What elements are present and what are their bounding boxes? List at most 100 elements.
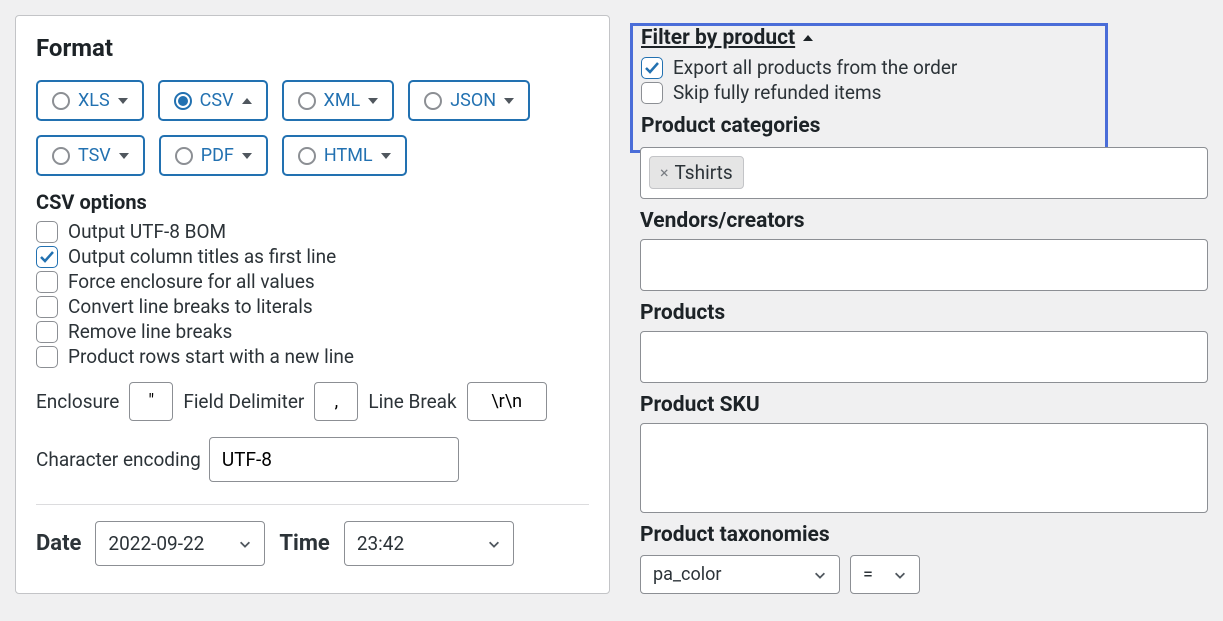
csv-check-utf8bom[interactable]: Output UTF-8 BOM bbox=[36, 220, 589, 243]
enclosure-label: Enclosure bbox=[36, 390, 119, 413]
caret-down-icon bbox=[118, 98, 128, 104]
format-label: TSV bbox=[78, 145, 111, 166]
encoding-label: Character encoding bbox=[36, 448, 201, 471]
caret-up-icon bbox=[242, 98, 252, 104]
checkbox-label: Export all products from the order bbox=[673, 56, 957, 79]
csv-check-product-rows-newline[interactable]: Product rows start with a new line bbox=[36, 345, 589, 368]
format-label: XML bbox=[324, 90, 361, 111]
caret-up-icon bbox=[803, 35, 813, 41]
radio-icon bbox=[52, 147, 70, 165]
time-label: Time bbox=[279, 531, 329, 556]
checkbox-icon bbox=[641, 82, 663, 104]
chevron-down-icon bbox=[487, 537, 501, 551]
enclosure-input[interactable] bbox=[129, 382, 173, 421]
chevron-down-icon bbox=[813, 568, 827, 582]
format-label: XLS bbox=[78, 90, 110, 111]
tag-label: Tshirts bbox=[675, 161, 733, 184]
csv-options-title: CSV options bbox=[36, 190, 589, 214]
skip-refunded-check[interactable]: Skip fully refunded items bbox=[641, 81, 1097, 104]
format-label: HTML bbox=[324, 145, 373, 166]
radio-icon bbox=[175, 147, 193, 165]
taxonomy-operator-select[interactable]: = bbox=[850, 555, 920, 594]
format-label: PDF bbox=[201, 145, 234, 166]
radio-icon bbox=[424, 92, 442, 110]
time-select[interactable]: 23:42 bbox=[344, 521, 514, 566]
radio-icon bbox=[52, 92, 70, 110]
products-input[interactable] bbox=[640, 331, 1208, 383]
filter-panel: Filter by product Export all products fr… bbox=[640, 15, 1208, 594]
format-option-pdf[interactable]: PDF bbox=[159, 135, 268, 176]
caret-down-icon bbox=[242, 153, 252, 159]
date-label: Date bbox=[36, 531, 81, 556]
sku-label: Product SKU bbox=[640, 393, 1208, 417]
date-select[interactable]: 2022-09-22 bbox=[95, 521, 265, 566]
vendors-label: Vendors/creators bbox=[640, 209, 1208, 233]
caret-down-icon bbox=[368, 98, 378, 104]
checkbox-label: Force enclosure for all values bbox=[68, 270, 315, 293]
datetime-row: Date 2022-09-22 Time 23:42 bbox=[36, 521, 589, 566]
format-label: JSON bbox=[450, 90, 496, 111]
delimiter-label: Field Delimiter bbox=[183, 390, 304, 413]
delimiter-input[interactable] bbox=[314, 382, 358, 421]
csv-check-force-enclosure[interactable]: Force enclosure for all values bbox=[36, 270, 589, 293]
radio-icon bbox=[298, 147, 316, 165]
filter-title: Filter by product bbox=[641, 26, 795, 50]
format-option-xml[interactable]: XML bbox=[282, 80, 395, 121]
chevron-down-icon bbox=[893, 568, 907, 582]
taxonomy-attr-value: pa_color bbox=[653, 564, 721, 585]
checkbox-icon bbox=[36, 271, 58, 293]
radio-icon bbox=[174, 92, 192, 110]
format-options-row2: TSV PDF HTML bbox=[36, 135, 589, 176]
categories-label: Product categories bbox=[641, 114, 1097, 138]
csv-delimiter-row: Enclosure Field Delimiter Line Break bbox=[36, 382, 589, 421]
vendors-input[interactable] bbox=[640, 239, 1208, 291]
remove-tag-icon[interactable]: × bbox=[660, 165, 669, 181]
csv-check-remove-linebreaks[interactable]: Remove line breaks bbox=[36, 320, 589, 343]
caret-down-icon bbox=[119, 153, 129, 159]
linebreak-label: Line Break bbox=[368, 390, 456, 413]
format-option-json[interactable]: JSON bbox=[408, 80, 530, 121]
format-option-tsv[interactable]: TSV bbox=[36, 135, 145, 176]
time-value: 23:42 bbox=[357, 532, 404, 555]
taxonomy-row: pa_color = bbox=[640, 555, 1208, 594]
category-tag: × Tshirts bbox=[649, 156, 744, 189]
checkbox-label: Output UTF-8 BOM bbox=[68, 220, 226, 243]
linebreak-input[interactable] bbox=[467, 382, 547, 421]
checkbox-label: Product rows start with a new line bbox=[68, 345, 354, 368]
taxonomy-op-value: = bbox=[863, 564, 873, 585]
date-value: 2022-09-22 bbox=[108, 532, 204, 555]
chevron-down-icon bbox=[238, 537, 252, 551]
taxonomy-attribute-select[interactable]: pa_color bbox=[640, 555, 840, 594]
checkbox-icon bbox=[36, 221, 58, 243]
sku-input[interactable] bbox=[640, 423, 1208, 513]
encoding-input[interactable] bbox=[209, 437, 459, 482]
categories-input[interactable]: × Tshirts bbox=[640, 147, 1208, 199]
format-options-row1: XLS CSV XML JSON bbox=[36, 80, 589, 121]
checkbox-icon bbox=[36, 296, 58, 318]
checkbox-icon bbox=[36, 246, 58, 268]
taxonomies-label: Product taxonomies bbox=[640, 523, 1208, 547]
format-title: Format bbox=[36, 34, 589, 62]
separator bbox=[36, 504, 589, 505]
highlight-box: Filter by product Export all products fr… bbox=[630, 23, 1108, 153]
encoding-row: Character encoding bbox=[36, 437, 589, 482]
checkbox-icon bbox=[36, 346, 58, 368]
format-option-csv[interactable]: CSV bbox=[158, 80, 268, 121]
radio-icon bbox=[298, 92, 316, 110]
export-all-products-check[interactable]: Export all products from the order bbox=[641, 56, 1097, 79]
filter-by-product-toggle[interactable]: Filter by product bbox=[641, 26, 813, 50]
format-option-html[interactable]: HTML bbox=[282, 135, 407, 176]
checkbox-icon bbox=[641, 57, 663, 79]
products-label: Products bbox=[640, 301, 1208, 325]
csv-check-column-titles[interactable]: Output column titles as first line bbox=[36, 245, 589, 268]
checkbox-label: Convert line breaks to literals bbox=[68, 295, 313, 318]
format-panel: Format XLS CSV XML JSON bbox=[15, 15, 610, 594]
checkbox-label: Remove line breaks bbox=[68, 320, 232, 343]
checkbox-icon bbox=[36, 321, 58, 343]
caret-down-icon bbox=[381, 153, 391, 159]
caret-down-icon bbox=[504, 98, 514, 104]
csv-check-convert-linebreaks[interactable]: Convert line breaks to literals bbox=[36, 295, 589, 318]
checkbox-label: Output column titles as first line bbox=[68, 245, 336, 268]
format-option-xls[interactable]: XLS bbox=[36, 80, 144, 121]
format-label: CSV bbox=[200, 90, 234, 111]
